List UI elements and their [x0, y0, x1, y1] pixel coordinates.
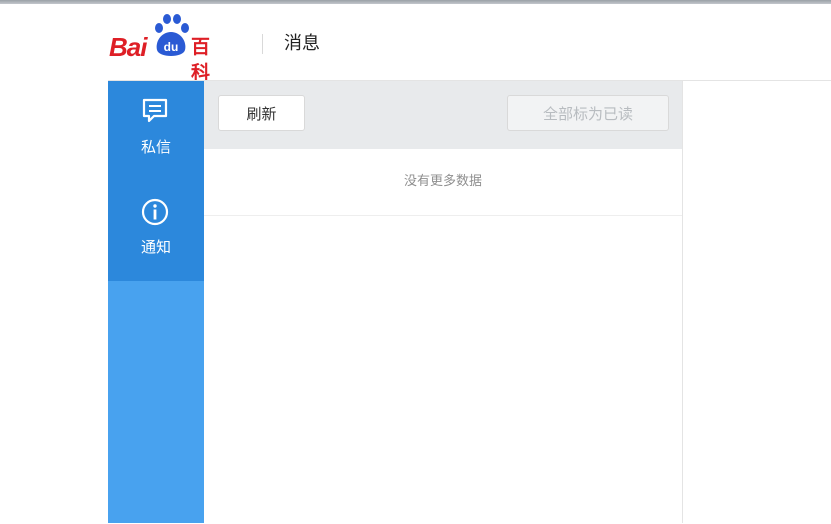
- sidebar-item-notification[interactable]: 通知: [108, 181, 204, 281]
- baidu-baike-logo[interactable]: Bai du 百科: [109, 12, 219, 84]
- mark-all-read-button[interactable]: 全部标为已读: [507, 95, 669, 131]
- page-title: 消息: [284, 33, 320, 54]
- logo-bai-text: Bai: [109, 32, 147, 62]
- refresh-button[interactable]: 刷新: [218, 95, 305, 131]
- paw-logo-icon: du: [155, 14, 189, 56]
- message-panel: 刷新 全部标为已读 没有更多数据: [204, 81, 683, 523]
- logo-du-text: du: [164, 40, 179, 54]
- header-divider: [262, 34, 263, 54]
- toolbar: 刷新 全部标为已读: [204, 81, 682, 149]
- page-header: Bai du 百科 消息: [0, 4, 831, 84]
- chat-bubble-icon: [142, 98, 168, 123]
- sidebar-item-private-message[interactable]: 私信: [108, 81, 204, 181]
- no-more-data-text: 没有更多数据: [204, 149, 682, 216]
- info-circle-icon: [141, 198, 169, 226]
- logo-baike-text: 百科: [191, 36, 210, 84]
- sidebar: 私信 通知: [108, 81, 204, 523]
- sidebar-item-label: 私信: [140, 138, 171, 156]
- sidebar-item-label: 通知: [140, 238, 171, 256]
